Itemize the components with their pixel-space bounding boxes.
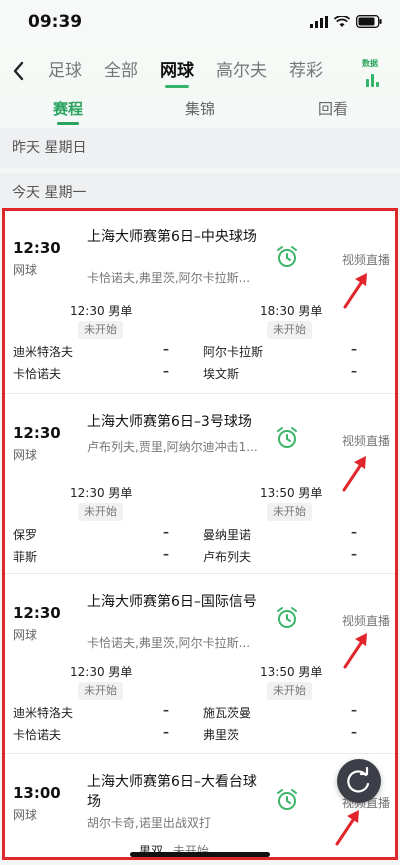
match-card[interactable]: 12:30 网球 上海大师赛第6日–3号球场 卢布列夫,贾里,阿纳尔迪冲击1..… (5, 396, 395, 574)
score-placeholder: – (163, 342, 169, 356)
score-placeholder: – (163, 725, 169, 739)
score-placeholder: – (163, 525, 169, 539)
day-row-today: 今天 星期一 (0, 173, 400, 213)
alarm-clock-icon[interactable] (275, 245, 299, 269)
status-time: 09:39 (28, 12, 83, 32)
status-tag: 未开始 (267, 503, 312, 521)
player-name: 阿尔卡拉斯 (203, 345, 264, 359)
sub-match-type: 男单 (298, 304, 323, 318)
video-live-link[interactable]: 视频直播 (342, 432, 390, 449)
match-time: 12:30 (13, 239, 61, 257)
match-title: 上海大师赛第6日–大看台球场 (87, 774, 257, 810)
red-arrow-annotation (335, 810, 359, 846)
sub-match-type: 男单 (298, 486, 323, 500)
match-title: 上海大师赛第6日–3号球场 (87, 414, 252, 430)
back-icon[interactable] (10, 60, 28, 82)
signal-icon (310, 15, 328, 28)
tab-football[interactable]: 足球 (48, 60, 82, 82)
match-sport: 网球 (13, 448, 38, 462)
sub-match-type: 男单 (108, 486, 133, 500)
score-placeholder: – (351, 725, 357, 739)
match-card[interactable]: 12:30 网球 上海大师赛第6日–中央球场 卡恰诺夫,弗里茨,阿尔卡拉斯...… (5, 211, 395, 394)
status-tag: 未开始 (78, 503, 123, 521)
status-tag: 未开始 (267, 321, 312, 339)
subtab-schedule[interactable]: 赛程 (53, 98, 83, 125)
tab-all[interactable]: 全部 (104, 60, 138, 82)
player-name: 曼纳里诺 (203, 528, 252, 542)
sport-tabs: 足球 全部 网球 高尔夫 荐彩 (48, 60, 345, 88)
tab-tennis[interactable]: 网球 (160, 60, 194, 88)
sub-match-time: 18:30 (260, 304, 295, 318)
match-sport: 网球 (13, 263, 38, 277)
refresh-icon (347, 766, 370, 793)
red-arrow-annotation (342, 456, 366, 492)
player-name: 迪米特洛夫 (13, 345, 74, 359)
sub-match-type: 男单 (108, 304, 133, 318)
sub-match-time: 12:30 (70, 665, 105, 679)
subtab-highlights[interactable]: 集锦 (185, 98, 215, 119)
match-title: 上海大师赛第6日–国际信号 (87, 594, 257, 610)
tab-lottery-tips[interactable]: 荐彩 (289, 60, 323, 82)
player-name: 埃文斯 (203, 367, 240, 381)
sub-match-type: 男单 (108, 665, 133, 679)
sub-match-time: 13:50 (260, 665, 295, 679)
battery-icon (356, 15, 382, 28)
wifi-icon (334, 15, 350, 27)
sub-match-time: 12:30 (70, 486, 105, 500)
schedule-subtabs: 赛程 集锦 回看 (0, 98, 400, 126)
match-sport: 网球 (13, 808, 38, 822)
player-name: 卡恰诺夫 (13, 728, 62, 742)
red-arrow-annotation (343, 273, 367, 309)
match-time: 13:00 (13, 784, 61, 802)
status-tag: 未开始 (78, 321, 123, 339)
status-bar: 09:39 (0, 0, 400, 46)
bar-chart-icon (366, 74, 379, 87)
score-placeholder: – (351, 547, 357, 561)
score-placeholder: – (163, 364, 169, 378)
alarm-clock-icon[interactable] (275, 426, 299, 450)
sub-match-time: 13:50 (260, 486, 295, 500)
home-indicator (130, 852, 270, 857)
match-players: 卡恰诺夫,弗里茨,阿尔卡拉斯... (87, 636, 251, 650)
player-name: 卢布列夫 (203, 550, 252, 564)
subtab-replay[interactable]: 回看 (318, 98, 348, 119)
video-live-link[interactable]: 视频直播 (342, 612, 390, 629)
score-placeholder: – (351, 703, 357, 717)
video-live-link[interactable]: 视频直播 (342, 251, 390, 268)
score-placeholder: – (351, 364, 357, 378)
refresh-button[interactable] (337, 759, 381, 803)
match-players: 卡恰诺夫,弗里茨,阿尔卡拉斯... (87, 271, 251, 285)
data-label: 数据 (362, 59, 378, 68)
player-name: 弗里茨 (203, 728, 240, 742)
player-name: 菲斯 (13, 550, 38, 564)
player-name: 保罗 (13, 528, 38, 542)
player-name: 迪米特洛夫 (13, 706, 74, 720)
score-placeholder: – (351, 525, 357, 539)
match-players: 胡尔卡奇,诺里出战双打 (87, 816, 211, 830)
data-button[interactable]: 数据 (362, 54, 386, 90)
alarm-clock-icon[interactable] (275, 788, 299, 812)
sub-match-type: 男单 (298, 665, 323, 679)
tab-golf[interactable]: 高尔夫 (216, 60, 267, 82)
status-tag: 未开始 (267, 682, 312, 700)
player-name: 卡恰诺夫 (13, 367, 62, 381)
match-time: 12:30 (13, 604, 61, 622)
match-title: 上海大师赛第6日–中央球场 (87, 229, 257, 245)
player-name: 施瓦茨曼 (203, 706, 252, 720)
alarm-clock-icon[interactable] (275, 606, 299, 630)
match-time: 12:30 (13, 424, 61, 442)
day-row-yesterday[interactable]: 昨天 星期日 (0, 128, 400, 168)
red-arrow-annotation (343, 633, 367, 669)
status-tag: 未开始 (78, 682, 123, 700)
match-players: 卢布列夫,贾里,阿纳尔迪冲击1... (87, 440, 257, 454)
match-sport: 网球 (13, 628, 38, 642)
status-icons (310, 15, 382, 28)
score-placeholder: – (163, 547, 169, 561)
score-placeholder: – (163, 703, 169, 717)
match-card[interactable]: 12:30 网球 上海大师赛第6日–国际信号 卡恰诺夫,弗里茨,阿尔卡拉斯...… (5, 576, 395, 754)
sub-match-time: 12:30 (70, 304, 105, 318)
score-placeholder: – (351, 342, 357, 356)
